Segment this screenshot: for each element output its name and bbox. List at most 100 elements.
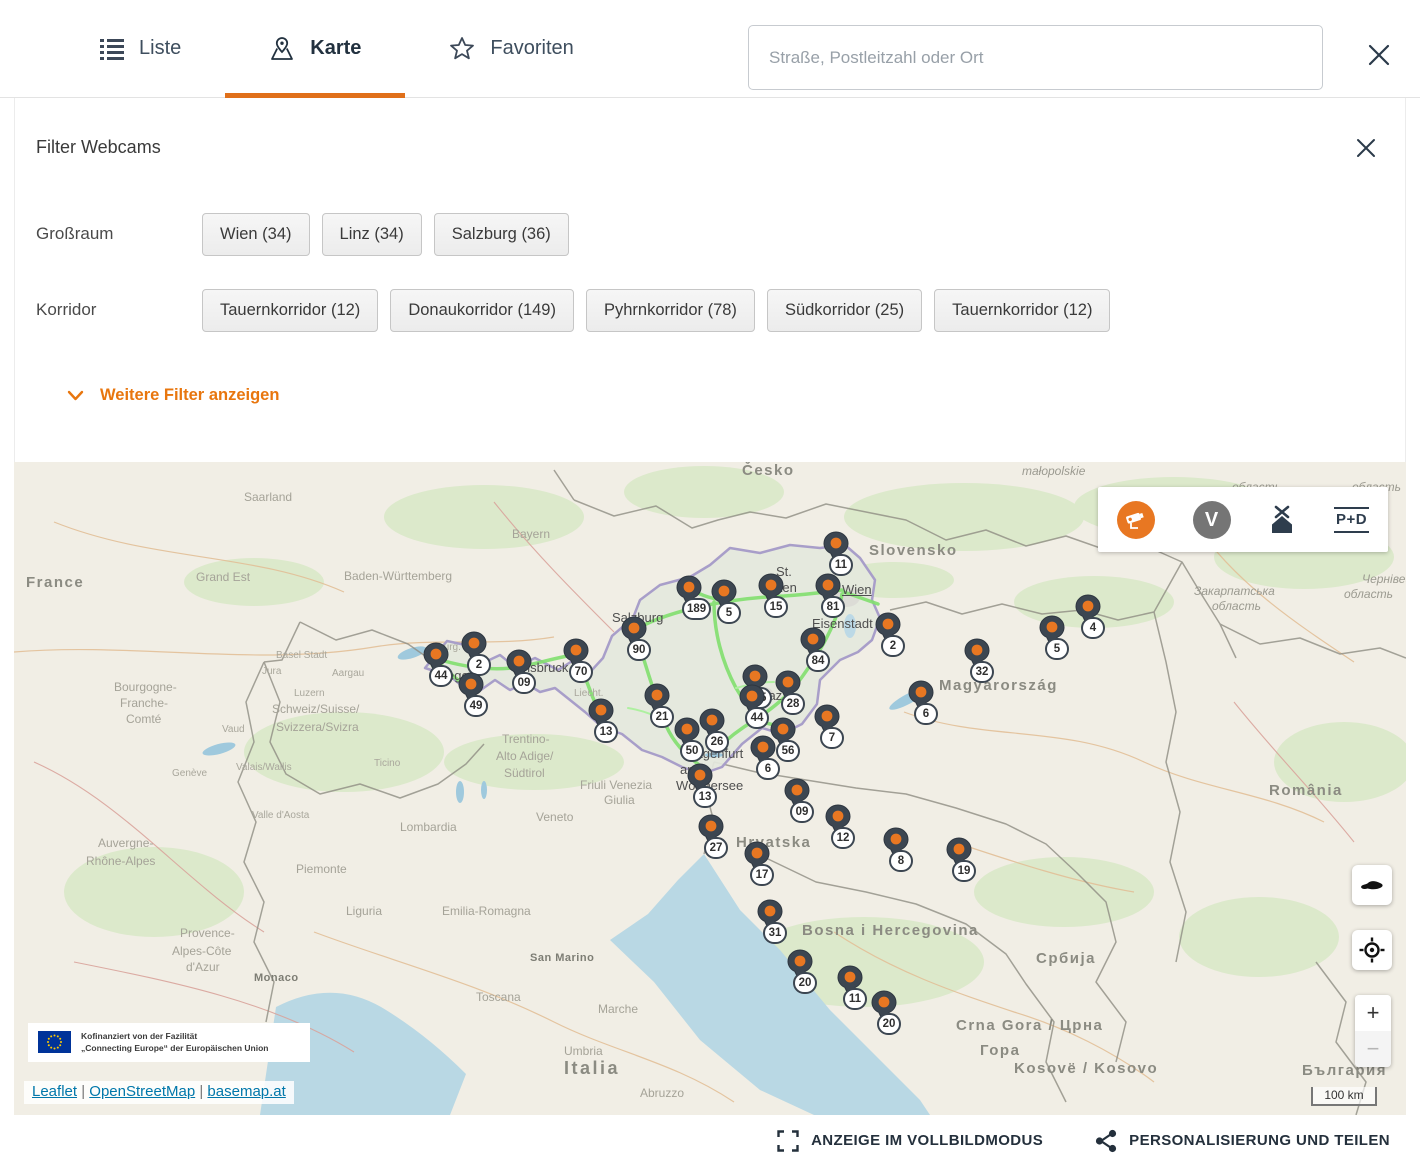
filter-group-label: Korridor — [36, 289, 202, 320]
webcam-cluster-marker[interactable]: 31 — [757, 899, 783, 933]
fullscreen-icon — [777, 1130, 799, 1152]
filter-option-button[interactable]: Südkorridor (25) — [767, 289, 922, 332]
webcam-cluster-marker[interactable]: 4 — [1075, 594, 1101, 628]
filter-option-button[interactable]: Pyhrnkorridor (78) — [586, 289, 755, 332]
webcam-cluster-marker[interactable]: 15 — [758, 573, 784, 607]
webcam-cluster-marker[interactable]: 8 — [883, 827, 909, 861]
filter-option-button[interactable]: Linz (34) — [322, 213, 422, 256]
rest-area-icon — [1268, 523, 1296, 538]
webcam-cluster-marker[interactable]: 12 — [825, 804, 851, 838]
webcam-layer-button[interactable] — [1117, 501, 1155, 539]
webcam-count-badge: 4 — [1081, 617, 1105, 639]
bottom-action-bar: ANZEIGE IM VOLLBILDMODUS PERSONALISIERUN… — [0, 1115, 1420, 1166]
webcam-cluster-marker[interactable]: 5 — [1039, 615, 1065, 649]
austria-shape-icon — [1359, 878, 1385, 893]
webcam-cluster-marker[interactable]: 28 — [775, 670, 801, 704]
share-button[interactable]: PERSONALISIERUNG UND TEILEN — [1089, 1128, 1396, 1154]
zoom-out-button[interactable]: − — [1355, 1031, 1391, 1067]
attribution-link[interactable]: Leaflet — [32, 1083, 77, 1100]
close-icon[interactable] — [1362, 38, 1396, 72]
fullscreen-button[interactable]: ANZEIGE IM VOLLBILDMODUS — [771, 1129, 1049, 1153]
webcam-cluster-marker[interactable]: 84 — [800, 627, 826, 661]
filter-option-button[interactable]: Tauernkorridor (12) — [934, 289, 1110, 332]
park-and-drive-layer-button[interactable]: P+D — [1334, 507, 1369, 533]
webcam-cluster-marker[interactable]: 32 — [964, 638, 990, 672]
webcam-count-badge: 189 — [682, 598, 711, 620]
webcam-cluster-marker[interactable]: 44 — [739, 684, 765, 718]
tab-label: Liste — [139, 37, 181, 60]
map-canvas[interactable]: SaarlandČeskomałopolskieобластьобластьBa… — [14, 462, 1406, 1115]
eu-funding-line1: Kofinanziert von der Fazilität — [81, 1030, 269, 1042]
webcam-count-badge: 17 — [750, 864, 774, 886]
webcam-cluster-marker[interactable]: 21 — [644, 683, 670, 717]
webcam-cluster-marker[interactable]: 2 — [875, 612, 901, 646]
webcam-cluster-marker[interactable]: 6 — [750, 735, 776, 769]
webcam-cluster-marker[interactable]: 17 — [744, 841, 770, 875]
webcam-count-badge: 15 — [764, 596, 788, 618]
webcam-cluster-marker[interactable]: 09 — [784, 778, 810, 812]
share-icon — [1095, 1129, 1117, 1153]
webcam-cluster-marker[interactable]: 27 — [698, 814, 724, 848]
webcam-cluster-marker[interactable]: 11 — [837, 965, 863, 999]
tab-liste[interactable]: Liste — [56, 0, 225, 97]
filter-group: GroßraumWien (34)Linz (34)Salzburg (36) — [36, 213, 1375, 256]
top-bar: Liste Karte Favoriten — [0, 0, 1420, 98]
webcam-cluster-marker[interactable]: 44 — [423, 642, 449, 676]
filter-option-button[interactable]: Tauernkorridor (12) — [202, 289, 378, 332]
webcam-count-badge: 44 — [429, 665, 453, 687]
webcam-cluster-marker[interactable]: 09 — [506, 649, 532, 683]
webcam-cluster-marker[interactable]: 5 — [711, 579, 737, 613]
webcam-count-badge: 12 — [831, 827, 855, 849]
webcam-cluster-marker[interactable]: 81 — [815, 573, 841, 607]
more-filters-link[interactable]: Weitere Filter anzeigen — [61, 385, 285, 406]
tab-karte[interactable]: Karte — [225, 0, 405, 97]
webcam-cluster-marker[interactable]: 189 — [676, 575, 702, 609]
webcam-count-badge: 27 — [704, 837, 728, 859]
webcam-count-badge: 6 — [756, 758, 780, 780]
filter-webcams-panel: Filter Webcams GroßraumWien (34)Linz (34… — [14, 97, 1406, 462]
filter-groups: GroßraumWien (34)Linz (34)Salzburg (36)K… — [36, 213, 1375, 365]
webcam-cluster-marker[interactable]: 26 — [699, 708, 725, 742]
webcam-count-badge: 21 — [650, 706, 674, 728]
map-scale: 100 km — [1311, 1087, 1377, 1106]
webcam-cluster-marker[interactable]: 49 — [458, 672, 484, 706]
attribution-link[interactable]: basemap.at — [207, 1083, 285, 1100]
map-layer-bar: V P+D — [1098, 487, 1388, 552]
filter-close-icon[interactable] — [1351, 133, 1381, 163]
filter-option-button[interactable]: Wien (34) — [202, 213, 310, 256]
webcam-count-badge: 11 — [843, 988, 867, 1010]
webcam-cluster-marker[interactable]: 90 — [621, 616, 647, 650]
tab-favoriten[interactable]: Favoriten — [405, 0, 617, 97]
webcam-cluster-marker[interactable]: 19 — [946, 837, 972, 871]
webcam-count-badge: 32 — [970, 661, 994, 683]
tab-label: Favoriten — [490, 37, 573, 60]
attribution-link[interactable]: OpenStreetMap — [89, 1083, 195, 1100]
more-filters-label: Weitere Filter anzeigen — [100, 386, 279, 405]
traffic-v-layer-button[interactable]: V — [1193, 501, 1231, 539]
webcam-cluster-marker[interactable]: 50 — [674, 717, 700, 751]
webcam-cluster-marker[interactable]: 13 — [687, 763, 713, 797]
webcam-count-badge: 6 — [914, 703, 938, 725]
webcam-cluster-marker[interactable]: 11 — [823, 531, 849, 565]
reset-to-austria-button[interactable] — [1352, 865, 1392, 905]
filter-option-button[interactable]: Donaukorridor (149) — [390, 289, 574, 332]
locate-me-button[interactable] — [1352, 930, 1392, 970]
webcam-cluster-marker[interactable]: 7 — [814, 704, 840, 738]
webcam-cluster-marker[interactable]: 20 — [787, 949, 813, 983]
search-input[interactable] — [748, 25, 1323, 90]
filter-option-button[interactable]: Salzburg (36) — [434, 213, 569, 256]
webcam-count-badge: 5 — [1045, 638, 1069, 660]
webcam-cluster-marker[interactable]: 70 — [563, 638, 589, 672]
zoom-in-button[interactable]: + — [1355, 995, 1391, 1031]
webcam-cluster-marker[interactable]: 2 — [461, 631, 487, 665]
webcam-cluster-marker[interactable]: 13 — [588, 698, 614, 732]
rest-area-layer-button[interactable] — [1268, 505, 1296, 535]
webcam-cluster-marker[interactable]: 6 — [908, 680, 934, 714]
webcam-count-badge: 13 — [594, 721, 618, 743]
webcam-count-badge: 2 — [881, 635, 905, 657]
eu-funding-box: Kofinanziert von der Fazilität „Connecti… — [28, 1023, 310, 1062]
webcam-count-badge: 81 — [821, 596, 845, 618]
webcam-count-badge: 26 — [705, 731, 729, 753]
webcam-cluster-marker[interactable]: 20 — [871, 990, 897, 1024]
p-plus-d-icon: P+D — [1334, 507, 1369, 533]
